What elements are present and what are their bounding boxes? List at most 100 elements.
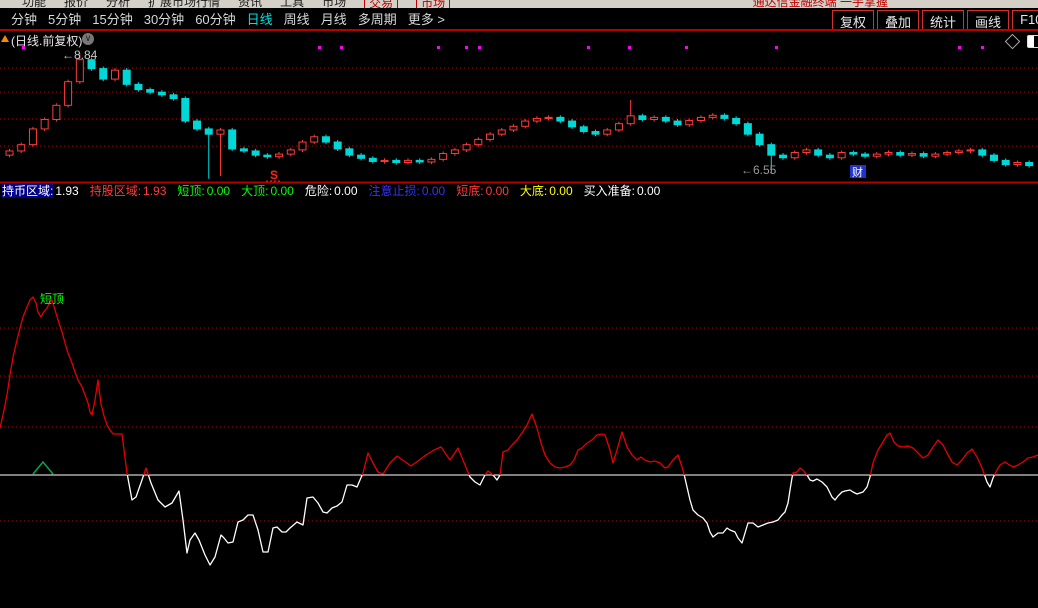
timeframe-tab-5[interactable]: 日线 bbox=[247, 9, 273, 28]
indicator-value: 0.00 bbox=[334, 184, 357, 198]
candle-body bbox=[217, 130, 224, 134]
menu-item-6[interactable]: 市场 bbox=[322, 0, 346, 8]
indicator-label-5: 注意止损:0.00 bbox=[369, 184, 446, 198]
candle-body bbox=[428, 159, 435, 162]
candle-body bbox=[533, 118, 540, 121]
indicator-chart[interactable]: 短顶 bbox=[0, 198, 1038, 608]
candle-body bbox=[510, 126, 517, 130]
candle-body bbox=[744, 124, 751, 134]
indicator-readouts: 持币区域:1.93持股区域:1.93短顶:0.00大顶:0.00危险:0.00注… bbox=[2, 184, 1036, 198]
candle-body bbox=[463, 145, 470, 150]
toolbar-button-3[interactable]: 画线 bbox=[967, 10, 1009, 31]
menu-item-boxed-0[interactable]: 交易 bbox=[364, 0, 398, 8]
indicator-value: 0.00 bbox=[637, 184, 660, 198]
candle-body bbox=[967, 150, 974, 151]
toolbar-button-4[interactable]: F10 bbox=[1012, 10, 1038, 31]
timeframe-tab-2[interactable]: 15分钟 bbox=[92, 9, 132, 28]
menu-item-0[interactable]: 功能 bbox=[22, 0, 46, 8]
toolbar-buttons: 复权叠加统计画线F10标记+自选 bbox=[832, 10, 1038, 31]
candle-body bbox=[721, 115, 728, 118]
candle-body bbox=[944, 153, 951, 155]
candle-body bbox=[182, 99, 189, 122]
candle-body bbox=[850, 153, 857, 155]
toolbar-button-0[interactable]: 复权 bbox=[832, 10, 874, 31]
indicator-value: 0.00 bbox=[549, 184, 572, 198]
menu-item-4[interactable]: 资讯 bbox=[238, 0, 262, 8]
candle-body bbox=[990, 155, 997, 160]
candle-body bbox=[1002, 160, 1009, 164]
candle-body bbox=[803, 150, 810, 153]
candle-body bbox=[252, 151, 259, 155]
indicator-name: 大底: bbox=[520, 184, 547, 198]
timeframe-tab-9[interactable]: 更多 > bbox=[408, 9, 445, 28]
candle-body bbox=[1026, 162, 1033, 165]
indicator-name: 短顶: bbox=[177, 184, 204, 198]
candle-body bbox=[932, 154, 939, 156]
timeframe-tabs: 分钟 5分钟 15分钟 30分钟 60分钟日线周线月线多周期更多 > bbox=[0, 9, 445, 28]
indicator-label-4: 危险:0.00 bbox=[305, 184, 358, 198]
candle-body bbox=[639, 116, 646, 120]
candle-body bbox=[393, 160, 400, 162]
timeframe-tab-6[interactable]: 周线 bbox=[284, 9, 310, 28]
candle-body bbox=[158, 92, 165, 95]
oscillator-line-below bbox=[0, 297, 1038, 565]
candle-body bbox=[170, 95, 177, 99]
menu-item-1[interactable]: 报价 bbox=[64, 0, 88, 8]
timeframe-tab-3[interactable]: 30分钟 bbox=[144, 9, 184, 28]
candle-body bbox=[194, 121, 201, 129]
menu-items: 功能 报价 分析 扩展市场行情 资讯 工具 市场 交易 市场 通达信金融终端 一手掌握 bbox=[0, 0, 1038, 8]
candle-body bbox=[111, 70, 118, 79]
toolbar-button-1[interactable]: 叠加 bbox=[877, 10, 919, 31]
news-marker-text: 财 bbox=[852, 165, 863, 179]
menu-item-boxed-1[interactable]: 市场 bbox=[416, 0, 450, 8]
menubar: 功能 报价 分析 扩展市场行情 资讯 工具 市场 交易 市场 通达信金融终端 一手掌握 bbox=[0, 0, 1038, 8]
timeframe-tab-1[interactable]: 5分钟 bbox=[48, 9, 81, 28]
timeframe-tab-4[interactable]: 60分钟 bbox=[195, 9, 235, 28]
indicator-label-8: 买入准备:0.00 bbox=[584, 184, 661, 198]
candle-body bbox=[416, 160, 423, 162]
candle-body bbox=[29, 129, 36, 145]
main-price-chart[interactable]: ←8.84←6.55S财 bbox=[0, 45, 1038, 184]
menu-item-5[interactable]: 工具 bbox=[280, 0, 304, 8]
indicator-value: 1.93 bbox=[55, 184, 78, 198]
candle-body bbox=[569, 121, 576, 127]
candle-body bbox=[955, 151, 962, 153]
candle-body bbox=[768, 145, 775, 155]
short-top-annotation: 短顶 bbox=[40, 292, 64, 306]
indicator-label-6: 短底:0.00 bbox=[456, 184, 509, 198]
indicator-value: 0.00 bbox=[422, 184, 445, 198]
candle-body bbox=[838, 153, 845, 158]
timeframe-toolbar: 分钟 5分钟 15分钟 30分钟 60分钟日线周线月线多周期更多 > 复权叠加统计画线F… bbox=[0, 8, 1038, 31]
menubar-slogan: 通达信金融终端 一手掌握 bbox=[753, 0, 888, 8]
candle-body bbox=[299, 142, 306, 150]
sell-signal-marker: S bbox=[270, 168, 278, 182]
indicator-label-2: 短顶:0.00 bbox=[177, 184, 230, 198]
indicator-label-0: 持币区域:1.93 bbox=[2, 184, 79, 198]
candle-body bbox=[651, 117, 658, 119]
indicator-name: 危险: bbox=[305, 184, 332, 198]
candle-body bbox=[276, 154, 283, 157]
indicator-value: 1.93 bbox=[143, 184, 166, 198]
chevron-down-icon[interactable]: ∨ bbox=[82, 33, 94, 45]
candle-body bbox=[264, 155, 271, 157]
candle-body bbox=[709, 115, 716, 117]
timeframe-tab-8[interactable]: 多周期 bbox=[358, 9, 397, 28]
event-dot bbox=[318, 46, 321, 49]
candle-body bbox=[780, 155, 787, 158]
candle-body bbox=[18, 145, 25, 151]
timeframe-tab-0[interactable]: 分钟 bbox=[11, 9, 37, 28]
candle-body bbox=[369, 158, 376, 161]
candle-body bbox=[475, 139, 482, 144]
candle-body bbox=[487, 134, 494, 139]
candle-body bbox=[451, 150, 458, 154]
candle-body bbox=[358, 155, 365, 158]
indicator-name: 注意止损: bbox=[369, 184, 420, 198]
candle-body bbox=[592, 132, 599, 135]
indicator-name: 持股区域: bbox=[90, 184, 141, 198]
toolbar-button-2[interactable]: 统计 bbox=[922, 10, 964, 31]
event-dot bbox=[958, 46, 961, 49]
menu-item-3[interactable]: 扩展市场行情 bbox=[148, 0, 220, 8]
timeframe-tab-7[interactable]: 月线 bbox=[321, 9, 347, 28]
candle-body bbox=[65, 82, 72, 106]
menu-item-2[interactable]: 分析 bbox=[106, 0, 130, 8]
